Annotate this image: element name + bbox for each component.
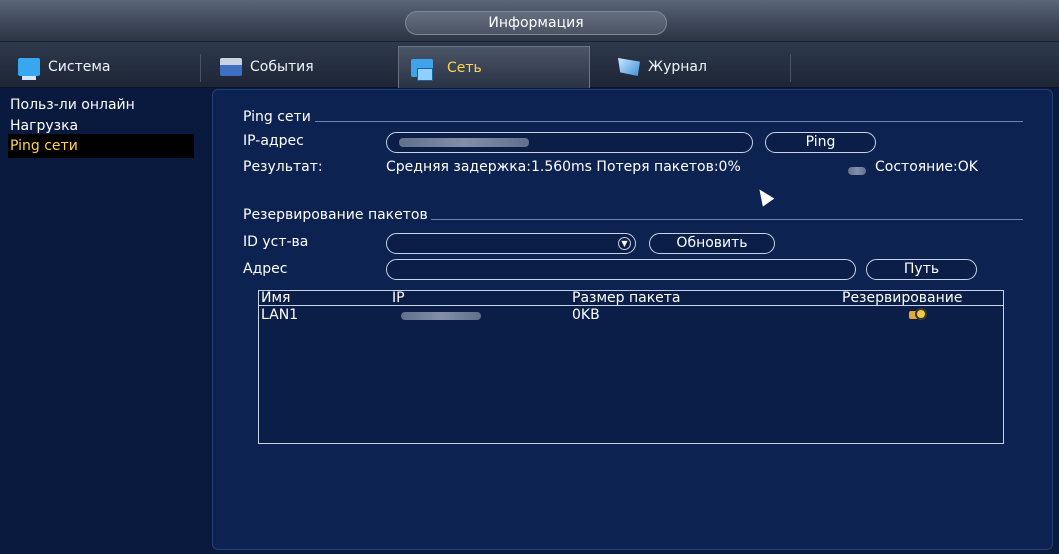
sidebar: Польз-ли онлайн Нагрузка Ping сети	[0, 89, 205, 554]
column-header-backup: Резервирование	[842, 290, 963, 306]
tab-log[interactable]: Журнал	[610, 50, 780, 84]
state-text: Состояние:OK	[875, 159, 978, 175]
ping-section-title: Ping сети	[243, 109, 311, 125]
redacted-value	[848, 167, 866, 175]
tab-network-label: Сеть	[447, 59, 482, 76]
chevron-down-icon[interactable]: ▼	[618, 237, 631, 250]
sidebar-item-ping[interactable]: Ping сети	[8, 134, 194, 158]
column-header-name: Имя	[261, 290, 291, 306]
monitor-icon	[18, 58, 40, 80]
tab-system-label: Система	[48, 59, 111, 75]
device-id-label: ID уст-ва	[243, 234, 309, 250]
title-bar: Информация	[0, 0, 1059, 42]
network-icon	[411, 58, 433, 81]
section-divider	[315, 121, 1023, 122]
address-input[interactable]	[386, 259, 856, 280]
device-id-select[interactable]: ▼	[386, 233, 636, 254]
result-label: Результат:	[243, 159, 323, 175]
tab-events-label: События	[250, 59, 314, 75]
section-divider	[431, 219, 1023, 220]
ip-address-input[interactable]	[386, 132, 753, 153]
main-panel: Ping сети IP-адрес Ping Результат: Средн…	[212, 89, 1053, 550]
ip-label: IP-адрес	[243, 133, 304, 149]
refresh-button[interactable]: Обновить	[649, 233, 775, 254]
tab-divider	[200, 54, 201, 82]
tab-strip: Система События Сеть Журнал	[0, 42, 1059, 88]
events-icon	[220, 58, 242, 76]
result-text: Средняя задержка:1.560ms Потеря пакетов:…	[386, 159, 741, 175]
column-header-size: Размер пакета	[572, 290, 681, 306]
row-name: LAN1	[261, 307, 299, 323]
column-header-ip: IP	[392, 290, 405, 306]
tab-divider	[790, 54, 791, 82]
tab-events[interactable]: События	[212, 50, 390, 84]
row-size: 0KB	[572, 307, 600, 323]
path-button[interactable]: Путь	[866, 259, 977, 280]
ip-address-value	[399, 138, 529, 147]
ping-button[interactable]: Ping	[765, 132, 876, 153]
backup-icon[interactable]	[909, 308, 929, 321]
log-icon	[618, 58, 640, 76]
tab-log-label: Журнал	[648, 59, 707, 75]
capture-section-title: Резервирование пакетов	[243, 207, 428, 223]
address-label: Адрес	[243, 261, 288, 277]
window-title: Информация	[405, 11, 667, 35]
tab-system[interactable]: Система	[10, 50, 190, 84]
table-header: Имя IP Размер пакета Резервирование	[259, 290, 1003, 306]
capture-table: Имя IP Размер пакета Резервирование LAN1…	[258, 290, 1004, 444]
tab-network[interactable]: Сеть	[398, 46, 590, 88]
row-ip-redacted	[401, 312, 481, 320]
